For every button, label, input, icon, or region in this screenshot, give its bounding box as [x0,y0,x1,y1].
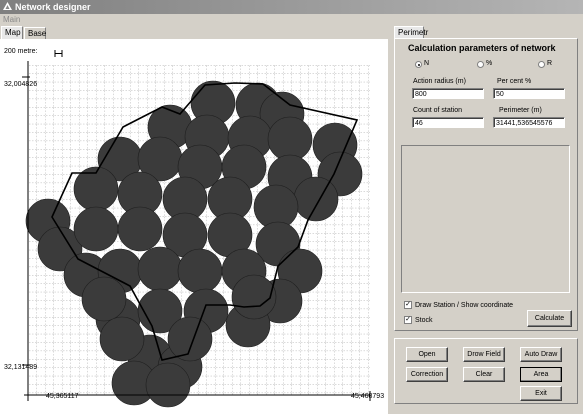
scale-bar [54,50,63,57]
station-circle [81,276,127,322]
per-cent-label: Per cent % [497,78,532,85]
map-drawing[interactable] [0,39,388,414]
title-bar: Network designer [0,0,583,14]
menu-item-main[interactable]: Main [3,14,20,26]
draw-station-checkbox[interactable]: ✓ [404,301,412,309]
action-radius-input[interactable]: 800 [412,88,484,99]
per-cent-input[interactable]: 50 [493,88,565,99]
x-right-coordinate: 45,468793 [351,393,385,400]
action-radius-label: Action radius (m) [413,78,466,85]
app-icon [3,2,12,10]
clear-button[interactable]: Clear [463,367,505,382]
x-left-coordinate: 45,365117 [46,393,79,400]
window-title: Network designer [15,2,91,12]
y-bottom-coordinate: 32,131489 [4,364,38,371]
auto-draw-button[interactable]: Auto Draw [520,347,562,362]
count-of-station-input[interactable]: 46 [412,117,484,128]
count-of-station-label: Count of station [413,107,463,114]
area-button[interactable]: Area [520,367,562,382]
exit-button[interactable]: Exit [520,386,562,401]
station-circle [117,206,163,252]
map-canvas[interactable]: 200 metre: 32,004826 32,131489 45,365117… [0,39,388,414]
drow-field-button[interactable]: Drow Field [463,347,505,362]
station-circle [267,116,313,162]
calculate-button[interactable]: Calculate [527,310,572,327]
tab-base[interactable]: Base [24,27,46,39]
y-top-coordinate: 32,004826 [4,81,38,88]
stock-label: Stock [415,317,433,324]
radio-percent[interactable] [477,61,484,68]
station-circle [167,316,213,362]
perimeter-label: Perimeter (m) [499,107,542,114]
perimeter-input[interactable]: 31441,536545576 [493,117,565,128]
menu-bar: Main [0,14,583,26]
radio-n-label: N [424,60,430,67]
station-circle [73,206,119,252]
open-button[interactable]: Open [406,347,448,362]
scale-label: 200 metre: [4,48,38,55]
calc-title: Calculation parameters of network [408,43,556,53]
stock-checkbox[interactable]: ✓ [404,316,412,324]
station-circle [137,246,183,292]
radio-n[interactable] [415,61,422,68]
draw-station-label: Draw Station / Show coordinate [415,302,514,309]
output-box [401,145,570,293]
tab-map[interactable]: Map [1,26,23,39]
station-circle [177,248,223,294]
radio-r-label: R [547,60,553,67]
station-circle [293,176,339,222]
station-circle [145,362,191,408]
correction-button[interactable]: Correction [406,367,448,382]
station-circle [99,316,145,362]
radio-percent-label: % [486,60,493,67]
radio-r[interactable] [538,61,545,68]
station-circle [231,274,277,320]
